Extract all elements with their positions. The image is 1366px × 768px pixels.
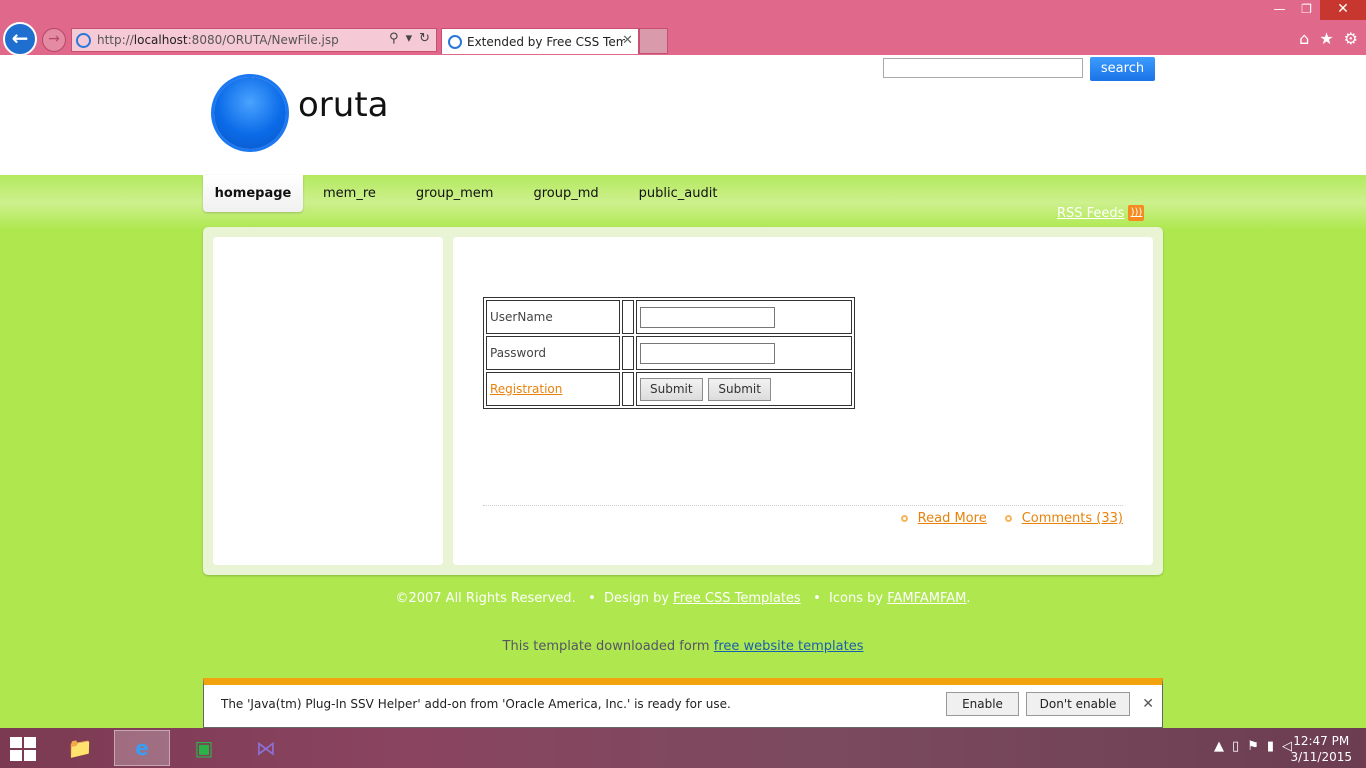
system-tray: ▲ ▯ ⚑ ▮ ◁ — [1214, 739, 1292, 754]
close-window-icon[interactable]: ✕ — [1320, 0, 1366, 20]
username-field[interactable] — [640, 306, 775, 328]
site-title: oruta — [298, 85, 389, 125]
clock-time: 12:47 PM — [1293, 734, 1350, 748]
rss-icon: ))) — [1128, 205, 1145, 221]
rss-label: RSS Feeds — [1057, 205, 1125, 221]
bullet-icon — [1004, 515, 1012, 522]
table-row: Registration Submit Submit — [486, 372, 852, 406]
notification-bar: The 'Java(tm) Plug-In SSV Helper' add-on… — [203, 678, 1163, 728]
chevron-down-icon[interactable]: ▾ — [406, 31, 413, 46]
store-icon[interactable]: ▣ — [176, 730, 232, 766]
post-links: Read More Comments (33) — [900, 511, 1123, 526]
registration-link[interactable]: Registration — [490, 382, 562, 396]
gear-icon[interactable]: ⚙ — [1344, 29, 1358, 48]
browser-chrome: ← → http://localhost:8080/ORUTA/NewFile.… — [0, 0, 1366, 56]
nav-item-group-md[interactable]: group_md — [513, 175, 618, 212]
home-icon[interactable]: ⌂ — [1299, 29, 1309, 48]
copyright-text: ©2007 All Rights Reserved. — [395, 591, 576, 606]
taskbar: 📁 e ▣ ⋈ ▲ ▯ ⚑ ▮ ◁ 12:47 PM 3/11/2015 — [0, 728, 1366, 768]
content-frame: UserName Password Registration Submit Su… — [203, 227, 1163, 575]
back-arrow-icon[interactable]: ← — [3, 22, 37, 56]
username-label: UserName — [486, 300, 620, 334]
password-label: Password — [486, 336, 620, 370]
nav-item-mem-re[interactable]: mem_re — [303, 175, 396, 212]
rss-feeds-link[interactable]: RSS Feeds ))) — [1057, 205, 1145, 221]
ie-page-icon — [76, 32, 91, 48]
submit-button[interactable]: Submit — [640, 377, 703, 401]
url-path: :8080/ORUTA/NewFile.jsp — [187, 33, 339, 47]
icons-by-text: Icons by — [829, 591, 884, 606]
windows-start-icon[interactable] — [10, 737, 38, 761]
comments-link[interactable]: Comments (33) — [1004, 511, 1123, 526]
download-note: This template downloaded form free websi… — [0, 639, 1366, 654]
url-prefix: http:// — [97, 33, 134, 47]
sidebar — [213, 237, 443, 565]
main-content: UserName Password Registration Submit Su… — [453, 237, 1153, 565]
page-header: oruta search — [0, 55, 1366, 175]
dont-enable-button[interactable]: Don't enable — [1026, 692, 1130, 716]
tab-title: Extended by Free CSS Temp... — [467, 34, 625, 49]
web-page: oruta search homepage mem_re group_mem g… — [0, 55, 1366, 728]
nav-item-public-audit[interactable]: public_audit — [619, 175, 738, 212]
footer: ©2007 All Rights Reserved. • Design by F… — [395, 591, 971, 606]
browser-tab[interactable]: Extended by Free CSS Temp... ✕ — [441, 28, 639, 54]
bullet-icon — [900, 515, 908, 522]
nav-item-homepage[interactable]: homepage — [203, 175, 303, 212]
favorites-star-icon[interactable]: ★ — [1319, 29, 1333, 48]
new-tab-button[interactable] — [639, 28, 668, 54]
logo-icon — [214, 77, 286, 149]
file-explorer-icon[interactable]: 📁 — [52, 730, 108, 766]
download-note-text: This template downloaded form — [502, 639, 710, 654]
enable-button[interactable]: Enable — [946, 692, 1019, 716]
notification-message: The 'Java(tm) Plug-In SSV Helper' add-on… — [221, 697, 731, 711]
ie-tab-icon — [448, 34, 462, 49]
refresh-icon[interactable]: ↻ — [419, 31, 430, 46]
visual-studio-icon[interactable]: ⋈ — [238, 730, 294, 766]
minimize-icon[interactable]: — — [1266, 0, 1293, 20]
search-input[interactable] — [883, 58, 1083, 78]
password-field[interactable] — [640, 342, 775, 364]
close-icon[interactable]: ✕ — [1142, 696, 1154, 712]
icons-link[interactable]: FAMFAMFAM — [887, 591, 966, 606]
clock[interactable]: 12:47 PM 3/11/2015 — [1290, 733, 1352, 765]
main-nav: homepage mem_re group_mem group_md publi… — [203, 175, 737, 212]
network-icon[interactable]: ▮ — [1267, 739, 1274, 754]
design-by-text: Design by — [604, 591, 670, 606]
device-icon[interactable]: ▯ — [1232, 739, 1239, 754]
table-row: UserName — [486, 300, 852, 334]
search-button[interactable]: search — [1090, 57, 1155, 81]
flag-icon[interactable]: ⚑ — [1247, 739, 1259, 754]
restore-icon[interactable]: ❐ — [1293, 0, 1320, 20]
internet-explorer-icon[interactable]: e — [114, 730, 170, 766]
download-link[interactable]: free website templates — [714, 639, 864, 654]
submit-button-2[interactable]: Submit — [708, 377, 771, 401]
search-icon[interactable]: ⚲ — [389, 31, 399, 46]
read-more-link[interactable]: Read More — [900, 511, 987, 526]
nav-item-group-mem[interactable]: group_mem — [396, 175, 514, 212]
close-tab-icon[interactable]: ✕ — [622, 33, 633, 48]
login-form: UserName Password Registration Submit Su… — [483, 297, 855, 409]
show-hidden-icons-icon[interactable]: ▲ — [1214, 739, 1224, 754]
forward-arrow-icon[interactable]: → — [42, 28, 66, 52]
design-link[interactable]: Free CSS Templates — [673, 591, 801, 606]
address-bar[interactable]: http://localhost:8080/ORUTA/NewFile.jsp … — [71, 28, 437, 52]
url-host: localhost — [133, 33, 188, 47]
clock-date: 3/11/2015 — [1290, 750, 1352, 764]
window-controls: — ❐ ✕ — [1266, 0, 1366, 20]
table-row: Password — [486, 336, 852, 370]
divider — [483, 505, 1123, 506]
